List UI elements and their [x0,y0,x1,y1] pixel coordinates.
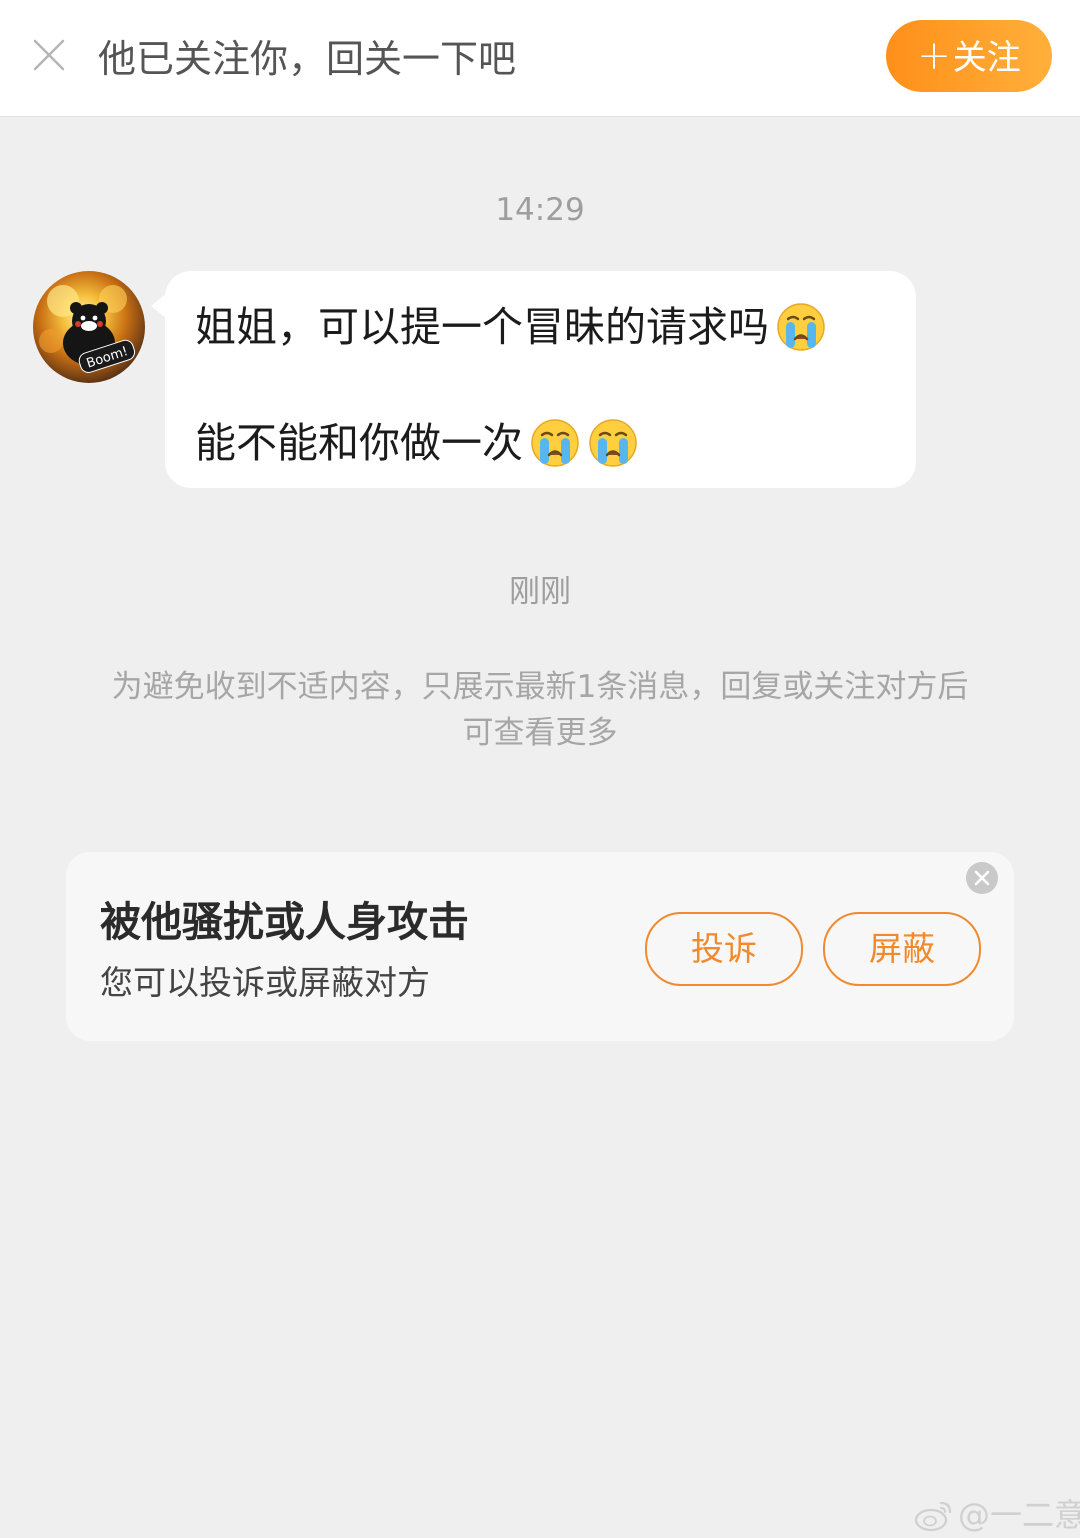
weibo-logo-icon [914,1501,952,1532]
crying-face-emoji-icon [589,419,637,467]
filtered-messages-notice: 为避免收到不适内容，只展示最新1条消息，回复或关注对方后可查看更多 [111,669,969,751]
message-timestamp: 14:29 [495,192,585,228]
message-timestamp: 刚刚 [509,574,571,610]
close-card-icon[interactable] [965,861,999,895]
crying-face-emoji-icon [777,303,825,351]
harassment-report-card: 被他骚扰或人身攻击 您可以投诉或屏蔽对方 投诉 屏蔽 [66,852,1014,1041]
message-line: 姐姐，可以提一个冒昧的请求吗 [195,299,827,356]
plus-icon: + [917,33,951,79]
crying-face-emoji-icon [531,419,579,467]
close-icon[interactable] [30,36,68,74]
follow-button-label: 关注 [952,38,1021,78]
report-card-subtitle: 您可以投诉或屏蔽对方 [100,963,430,1002]
follow-back-prompt: 他已关注你，回关一下吧 [98,37,517,81]
sender-avatar[interactable]: Boom! [33,271,145,383]
message-line: 能不能和你做一次 [195,415,639,472]
message-text: 能不能和你做一次 [195,419,523,467]
follow-back-bar: 他已关注你，回关一下吧 +关注 [0,0,1080,117]
report-button[interactable]: 投诉 [645,912,803,986]
follow-button[interactable]: +关注 [886,20,1052,92]
watermark-text: @一二意 [958,1496,1080,1534]
block-button[interactable]: 屏蔽 [823,912,981,986]
report-card-title: 被他骚扰或人身攻击 [100,898,469,946]
message-bubble[interactable]: 姐姐，可以提一个冒昧的请求吗 能不能和你做一次 [151,271,916,488]
weibo-watermark: @一二意 [914,1490,1080,1536]
message-text: 姐姐，可以提一个冒昧的请求吗 [195,303,769,351]
